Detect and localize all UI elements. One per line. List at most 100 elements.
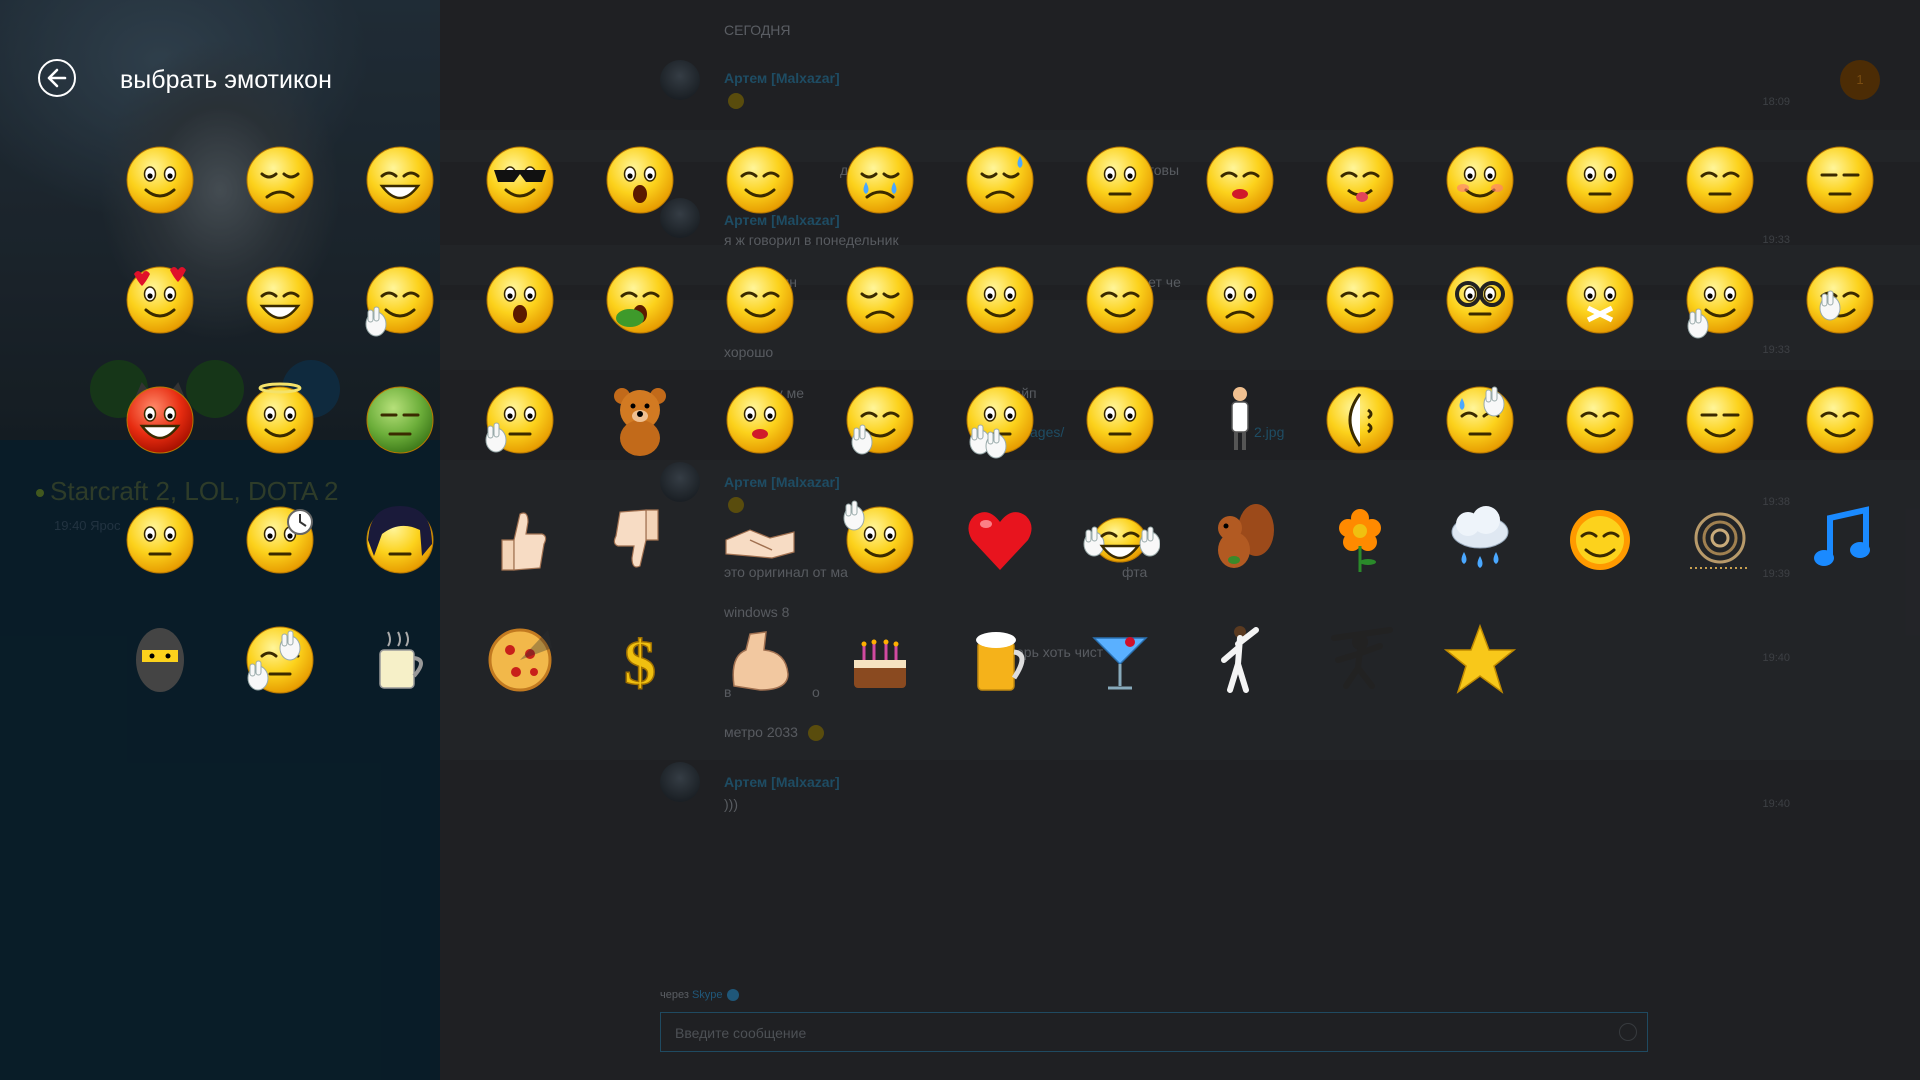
cake-icon [854, 639, 906, 688]
emoticon-facepalm[interactable] [1800, 260, 1880, 340]
sun-icon [1570, 510, 1630, 570]
sweat-icon [966, 146, 1034, 214]
yes-icon [501, 512, 547, 571]
emoticon-hi[interactable] [1680, 260, 1760, 340]
cash-icon: $ [623, 626, 657, 699]
emoticon-sun[interactable] [1560, 500, 1640, 580]
emoticon-rofl[interactable] [1320, 380, 1400, 460]
emoticon-dull[interactable] [1800, 140, 1880, 220]
ninja-icon [1331, 627, 1393, 689]
lips-sealed-icon [1566, 266, 1634, 334]
evil-grin-icon [246, 266, 314, 334]
emoticon-surprised[interactable] [600, 140, 680, 220]
bear-icon [614, 388, 666, 456]
emoticon-evil-grin[interactable] [240, 260, 320, 340]
emoticon-sweat[interactable] [960, 140, 1040, 220]
back-button[interactable] [38, 59, 76, 97]
emoticon-wasnt-me[interactable] [960, 260, 1040, 340]
emoticon-cool[interactable] [480, 140, 560, 220]
emoticon-drink[interactable] [1080, 620, 1160, 700]
emoticon-heidy[interactable] [1200, 500, 1280, 580]
clap-icon [966, 386, 1034, 459]
tongue-out-icon [1326, 146, 1394, 214]
emoticon-kiss[interactable] [1200, 140, 1280, 220]
emoticon-angel[interactable] [240, 380, 320, 460]
emoticon-flower[interactable] [1320, 500, 1400, 580]
worried-icon [1206, 266, 1274, 334]
emoticon-tongue-out[interactable] [1320, 140, 1400, 220]
emoticon-worried[interactable] [1200, 260, 1280, 340]
emoticon-cash[interactable]: $ [600, 620, 680, 700]
emoticon-in-love[interactable] [120, 260, 200, 340]
smile-icon [126, 146, 194, 214]
drink-icon [1092, 637, 1148, 690]
rofl-icon [1326, 386, 1394, 454]
emoticon-yawn[interactable] [480, 260, 560, 340]
emoticon-pizza[interactable] [480, 620, 560, 700]
emoticon-sad[interactable] [240, 140, 320, 220]
emoticon-smile[interactable] [120, 140, 200, 220]
emoticon-doh[interactable] [720, 260, 800, 340]
emoticon-no[interactable] [600, 500, 680, 580]
waiting-icon [246, 506, 314, 574]
emoticon-tmi[interactable] [240, 620, 320, 700]
emoticon-nod[interactable] [1800, 380, 1880, 460]
picker-title: выбрать эмотикон [120, 66, 332, 94]
emoticon-beer[interactable] [960, 620, 1040, 700]
emoticon-rain[interactable] [1440, 500, 1520, 580]
emoticon-cry[interactable] [840, 140, 920, 220]
emoticon-bow[interactable] [1200, 380, 1280, 460]
emoticon-coffee[interactable] [360, 620, 440, 700]
mmm-icon [1326, 266, 1394, 334]
kiss-icon [1206, 146, 1274, 214]
emoticon-star[interactable] [1440, 620, 1520, 700]
emoticon-music[interactable] [1800, 500, 1880, 580]
emoticon-waiting[interactable] [240, 500, 320, 580]
emoticon-devil[interactable] [120, 380, 200, 460]
wondering-icon [1566, 146, 1634, 214]
emoticon-shake[interactable] [120, 500, 200, 580]
emoticon-bandit[interactable] [120, 620, 200, 700]
emoticon-blush[interactable] [1440, 140, 1520, 220]
emoticon-envy[interactable] [360, 380, 440, 460]
emoticon-bear[interactable] [600, 380, 680, 460]
make-up-icon [726, 386, 794, 454]
emoticon-nerd[interactable] [1440, 260, 1520, 340]
emoticon-picker-overlay: выбрать эмотикон $ [0, 0, 1920, 1080]
emoticon-giggle[interactable] [840, 380, 920, 460]
emoticon-happy[interactable] [1560, 380, 1640, 460]
emoticon-whew[interactable] [1440, 380, 1520, 460]
tmi-icon [246, 626, 314, 694]
emoticon-emo[interactable] [360, 500, 440, 580]
emoticon-party[interactable] [1080, 260, 1160, 340]
emoticon-ninja[interactable] [1320, 620, 1400, 700]
emoticon-wink[interactable] [720, 140, 800, 220]
emoticon-lips-sealed[interactable] [1560, 260, 1640, 340]
emoticon-wondering[interactable] [1560, 140, 1640, 220]
emoticon-yes[interactable] [480, 500, 560, 580]
emoticon-puke[interactable] [600, 260, 680, 340]
emoticon-smirk[interactable] [1680, 380, 1760, 460]
emoticon-make-up[interactable] [720, 380, 800, 460]
emoticon-tumbleweed[interactable] [1680, 500, 1760, 580]
emoticon-mmm[interactable] [1320, 260, 1400, 340]
emoticon-clap[interactable] [960, 380, 1040, 460]
emoticon-angry[interactable] [840, 260, 920, 340]
emoticon-dance[interactable] [1200, 620, 1280, 700]
doh-icon [726, 266, 794, 334]
emoticon-speechless[interactable] [1080, 140, 1160, 220]
emoticon-heart[interactable] [960, 500, 1040, 580]
sad-icon [246, 146, 314, 214]
emoticon-thinking[interactable] [1080, 380, 1160, 460]
emoticon-cake[interactable] [840, 620, 920, 700]
emoticon-handshake[interactable] [720, 500, 800, 580]
emoticon-sleepy[interactable] [1680, 140, 1760, 220]
thinking-icon [1086, 386, 1154, 454]
emoticon-muscle[interactable] [720, 620, 800, 700]
emoticon-wait[interactable] [480, 380, 560, 460]
emoticon-fingers-crossed[interactable] [360, 260, 440, 340]
emo-icon [366, 506, 434, 574]
emoticon-lalala[interactable] [1080, 500, 1160, 580]
emoticon-high-five[interactable] [840, 500, 920, 580]
emoticon-laugh[interactable] [360, 140, 440, 220]
